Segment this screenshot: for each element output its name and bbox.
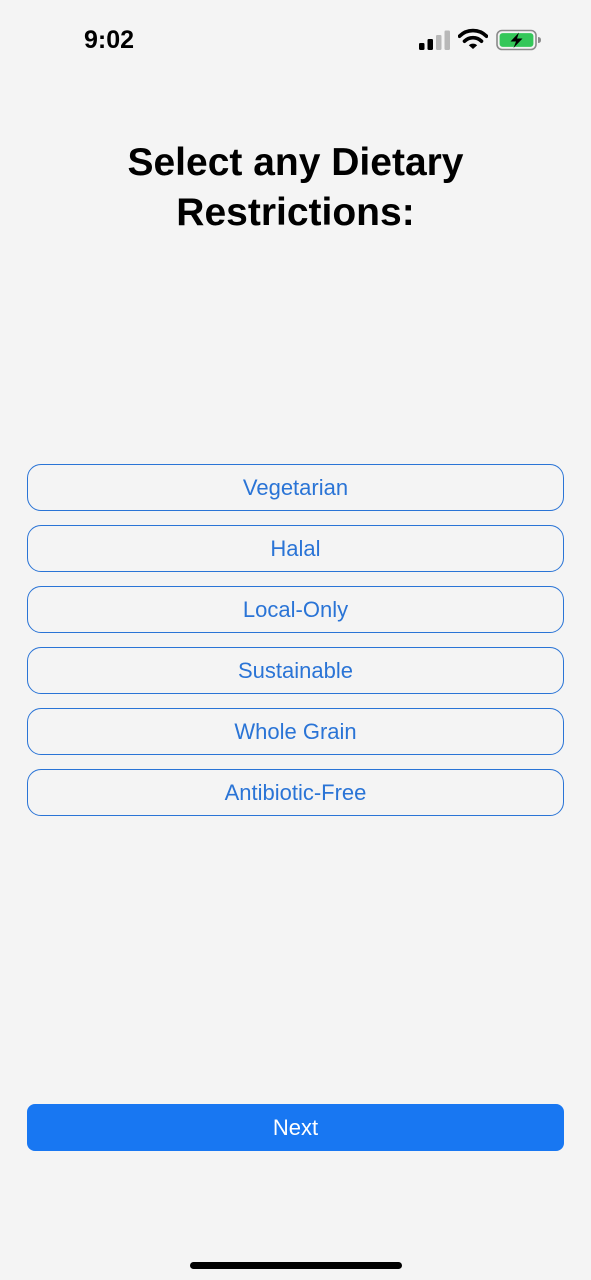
status-bar: 9:02 <box>0 0 591 80</box>
page-title: Select any Dietary Restrictions: <box>127 141 464 234</box>
option-halal-button[interactable]: Halal <box>27 525 564 572</box>
home-indicator[interactable] <box>190 1262 402 1269</box>
battery-charging-icon <box>496 29 541 51</box>
option-whole-grain-button[interactable]: Whole Grain <box>27 708 564 755</box>
option-sustainable-button[interactable]: Sustainable <box>27 647 564 694</box>
option-local-only-button[interactable]: Local-Only <box>27 586 564 633</box>
cellular-signal-icon <box>419 30 450 50</box>
status-time: 9:02 <box>84 26 135 54</box>
wifi-icon <box>458 28 488 49</box>
option-vegetarian-button[interactable]: Vegetarian <box>27 464 564 511</box>
next-button[interactable]: Next <box>27 1104 564 1151</box>
option-antibiotic-free-button[interactable]: Antibiotic-Free <box>27 769 564 816</box>
dietary-options-list: Vegetarian Halal Local-Only Sustainable … <box>27 464 564 830</box>
